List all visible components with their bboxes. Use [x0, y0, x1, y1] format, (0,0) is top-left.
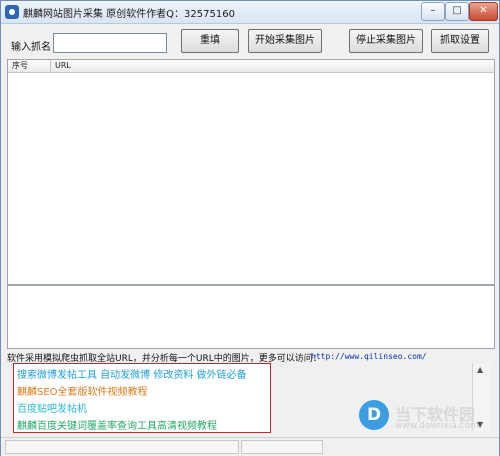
log-area[interactable]	[7, 285, 495, 349]
ad-list: 搜索微博发帖工具 自动发微博 修改资料 做外链必备 麒麟SEO全套版软件视频教程…	[13, 363, 271, 433]
settings-button[interactable]: 抓取设置	[431, 29, 489, 53]
table-header: 序号 URL	[8, 60, 494, 73]
keyword-label: 输入抓名	[11, 42, 51, 53]
results-table[interactable]: 序号 URL	[7, 59, 495, 285]
column-header-url[interactable]: URL	[51, 60, 71, 72]
scroll-up-icon[interactable]: ▲	[477, 365, 483, 374]
ad-link[interactable]: 麒麟百度关键词覆盖率查询工具高清视频教程	[17, 417, 217, 432]
status-bar	[1, 437, 499, 456]
window-title: 麒麟网站图片采集 原创软件作者Q：32575160	[23, 9, 235, 20]
minimize-button[interactable]: –	[421, 2, 445, 21]
ad-link[interactable]: 搜索微博发帖工具 自动发微博 修改资料 做外链必备	[17, 366, 247, 381]
column-header-index[interactable]: 序号	[8, 60, 51, 72]
start-collect-button[interactable]: 开始采集图片	[248, 29, 322, 53]
reset-button[interactable]: 重填	[181, 29, 239, 53]
maximize-button[interactable]: □	[445, 2, 469, 21]
app-window: 麒麟网站图片采集 原创软件作者Q：32575160 – □ ✕ 输入抓名 重填 …	[0, 0, 500, 456]
status-cell	[5, 440, 239, 454]
watermark-url: www.downxia.com	[395, 421, 479, 431]
close-button[interactable]: ✕	[469, 2, 498, 21]
status-cell	[241, 440, 323, 454]
watermark-logo-icon: D	[359, 400, 389, 430]
title-bar: 麒麟网站图片采集 原创软件作者Q：32575160 – □ ✕	[1, 1, 499, 24]
ad-link[interactable]: 麒麟SEO全套版软件视频教程	[17, 383, 148, 398]
website-link[interactable]: http://www.qilinseo.com/	[311, 352, 427, 361]
app-icon	[5, 5, 19, 19]
keyword-input[interactable]	[53, 33, 167, 53]
stop-collect-button[interactable]: 停止采集图片	[349, 29, 423, 53]
ad-link[interactable]: 百度贴吧发帖机	[17, 400, 87, 415]
